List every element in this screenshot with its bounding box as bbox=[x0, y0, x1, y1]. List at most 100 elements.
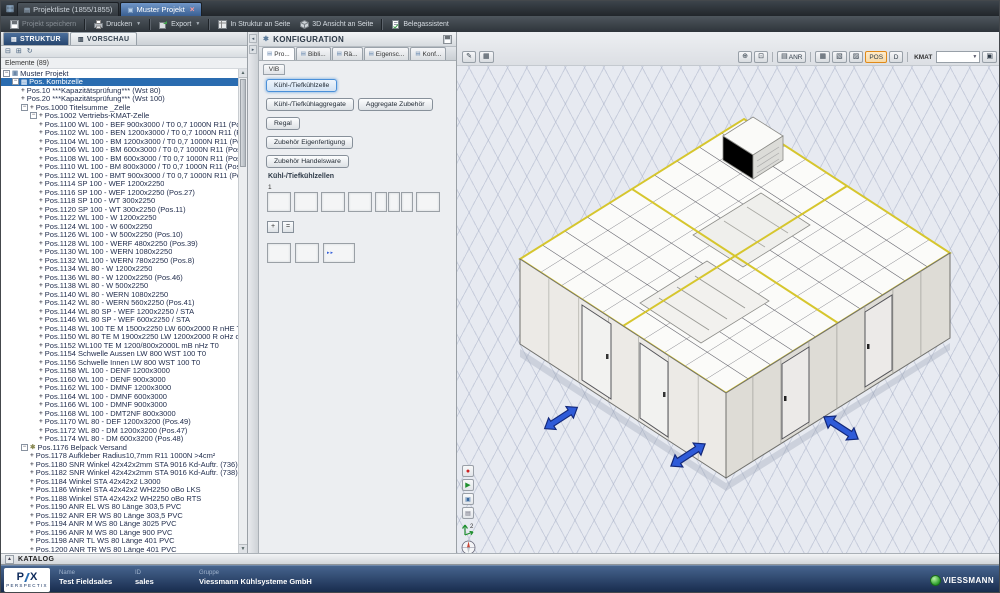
tree-item[interactable]: + Pos.1126 WL 100 - W 500x2250 (Pos.10) bbox=[1, 230, 238, 239]
view-hatch-button[interactable]: ▧ bbox=[832, 51, 847, 63]
cell-slot[interactable]: ▸▸ bbox=[323, 243, 355, 263]
cell-slot[interactable] bbox=[295, 243, 319, 263]
export-button[interactable]: Export ▼ bbox=[154, 18, 205, 31]
tree-item[interactable]: + Pos.1182 SNR Winkel 42x42x2mm STA 9016 … bbox=[1, 468, 238, 477]
tree-item[interactable]: + Pos.1186 Winkel STA 42x42x2 WH2250 oBo … bbox=[1, 485, 238, 494]
aggregate-zubehoer-button[interactable]: Aggregate Zubehör bbox=[357, 98, 433, 111]
view-solid-button[interactable]: ▦ bbox=[815, 51, 831, 63]
tree-expander-icon[interactable]: − bbox=[21, 103, 28, 111]
tree-scrollbar[interactable]: ▲ ▼ bbox=[238, 69, 247, 553]
kuehlzelle-button[interactable]: Kühl-/Tiefkühlzelle bbox=[266, 79, 338, 92]
tree-item[interactable]: − ▤ Pos. Kombizelle bbox=[1, 77, 238, 86]
scrollbar-thumb[interactable] bbox=[240, 79, 246, 167]
katalog-bar[interactable]: ▲ KATALOG bbox=[1, 553, 999, 565]
tree-item[interactable]: + Pos.1188 Winkel STA 42x42x2 WH2250 oBo … bbox=[1, 494, 238, 503]
cold-room-model[interactable] bbox=[457, 66, 1000, 553]
tree-item[interactable]: − + Pos.1000 Titelsumme _Zelle bbox=[1, 103, 238, 112]
assistant-button[interactable]: Belegassistent bbox=[386, 18, 454, 31]
anr-toggle-button[interactable]: ▤ ANR bbox=[777, 51, 807, 63]
tree-item[interactable]: + Pos.1100 WL 100 - BEF 900x3000 / T0 0,7… bbox=[1, 120, 238, 129]
cell-slot[interactable] bbox=[267, 243, 291, 263]
expand-right-icon[interactable]: ▸ bbox=[249, 45, 257, 54]
record-button[interactable]: ● bbox=[462, 465, 474, 477]
tree-item[interactable]: + Pos.1110 WL 100 - BM 800x3000 / T0 0,7 … bbox=[1, 162, 238, 171]
zubehoer-handelsware-button[interactable]: Zubehör Handelsware bbox=[266, 155, 349, 168]
cell-slot[interactable] bbox=[401, 192, 413, 212]
tree-item[interactable]: + Pos.1156 Schwelle Innen LW 800 WST 100 … bbox=[1, 358, 238, 367]
regal-button[interactable]: Regal bbox=[266, 117, 300, 130]
tree-item[interactable]: + Pos.1158 WL 100 - DENF 1200x3000 bbox=[1, 366, 238, 375]
tree-item[interactable]: + Pos.1124 WL 100 - W 600x2250 bbox=[1, 222, 238, 231]
cell-slot[interactable] bbox=[416, 192, 440, 212]
tab-eigenschaften[interactable]: ▤ Eigensc... bbox=[363, 47, 410, 60]
tree-item[interactable]: + Pos.10 ***Kapazitätsprüfung*** (Wst 80) bbox=[1, 86, 238, 95]
cell-slot[interactable] bbox=[321, 192, 345, 212]
tree-item[interactable]: + Pos.1170 WL 80 - DEF 1200x3200 (Pos.49) bbox=[1, 417, 238, 426]
tree-item[interactable]: + Pos.1138 WL 80 - W 500x2250 bbox=[1, 281, 238, 290]
tree-expander-icon[interactable]: − bbox=[12, 78, 19, 86]
notes-button[interactable]: ▤ bbox=[462, 507, 474, 519]
tree-item[interactable]: + Pos.1136 WL 80 - W 1200x2250 (Pos.46) bbox=[1, 273, 238, 282]
tree-expander-icon[interactable]: − bbox=[3, 69, 10, 77]
tree-item[interactable]: + Pos.1174 WL 80 - DM 600x3200 (Pos.48) bbox=[1, 434, 238, 443]
tab-projektliste[interactable]: ▤ Projektliste (1855/1855) bbox=[17, 2, 120, 16]
tree-item[interactable]: + Pos.1164 WL 100 - DMNF 600x3000 bbox=[1, 392, 238, 401]
tree-item[interactable]: + Pos.1166 WL 100 - DMNF 900x3000 bbox=[1, 400, 238, 409]
tree-expander-icon[interactable]: − bbox=[30, 112, 37, 120]
tree-item[interactable]: + Pos.1180 SNR Winkel 42x42x2mm STA 9016 … bbox=[1, 460, 238, 469]
tree-item[interactable]: + Pos.1194 ANR M WS 80 Länge 3025 PVC bbox=[1, 519, 238, 528]
tree-item[interactable]: + Pos.1200 ANR TR WS 80 Länge 401 PVC bbox=[1, 545, 238, 553]
select-tool-button[interactable]: ✎ bbox=[462, 51, 476, 63]
tree-item[interactable]: + Pos.1140 WL 80 - WERN 1080x2250 bbox=[1, 290, 238, 299]
tree-item[interactable]: + Pos.1134 WL 80 - W 1200x2250 bbox=[1, 264, 238, 273]
tree-item[interactable]: + Pos.1168 WL 100 - DMT2NF 800x3000 bbox=[1, 409, 238, 418]
zubehoer-eigenfertigung-button[interactable]: Zubehör Eigenfertigung bbox=[266, 136, 354, 149]
view-wire-button[interactable]: ▨ bbox=[848, 51, 864, 63]
tab-bibliothek[interactable]: ▤ Bibli... bbox=[295, 47, 331, 60]
collapse-all-icon[interactable]: ⊟ bbox=[5, 47, 11, 57]
tab-vorschau[interactable]: ▥ VORSCHAU bbox=[69, 32, 138, 45]
play-button[interactable]: ▶ bbox=[462, 479, 474, 491]
cell-slot[interactable] bbox=[348, 192, 372, 212]
tree-item[interactable]: + Pos.1148 WL 100 TE M 1500x2250 LW 600x2… bbox=[1, 324, 238, 333]
tree-expander-icon[interactable]: − bbox=[21, 443, 28, 451]
tree-item[interactable]: + Pos.1192 ANR ER WS 80 Länge 303,5 PVC bbox=[1, 511, 238, 520]
scroll-down-icon[interactable]: ▼ bbox=[239, 544, 247, 553]
scroll-up-icon[interactable]: ▲ bbox=[239, 69, 247, 78]
save-config-icon[interactable] bbox=[443, 34, 452, 44]
tree-item[interactable]: + Pos.1132 WL 100 - WERN 780x2250 (Pos.8) bbox=[1, 256, 238, 265]
display-settings-button[interactable]: ▦ bbox=[479, 51, 494, 63]
equal-slot-button[interactable]: = bbox=[282, 221, 294, 233]
view-side-button[interactable]: 3D Ansicht an Seite bbox=[295, 18, 378, 31]
move-arrow[interactable] bbox=[541, 402, 581, 435]
tree-item[interactable]: + Pos.1160 WL 100 - DENF 900x3000 bbox=[1, 375, 238, 384]
tree-item[interactable]: + Pos.1104 WL 100 - BM 1200x3000 / T0 0,7… bbox=[1, 137, 238, 146]
tree-item[interactable]: + Pos.1190 ANR EL WS 80 Länge 303,5 PVC bbox=[1, 502, 238, 511]
pos-toggle-button[interactable]: POS bbox=[865, 51, 888, 63]
zoom-fit-button[interactable]: ⊡ bbox=[754, 51, 769, 63]
expand-all-icon[interactable]: ⊞ bbox=[16, 47, 22, 57]
cell-slot[interactable] bbox=[388, 192, 400, 212]
tree-item[interactable]: − ▣ Muster Projekt bbox=[1, 69, 238, 78]
compass-icon[interactable] bbox=[461, 540, 476, 553]
tree-item[interactable]: + Pos.1142 WL 80 - WERN 560x2250 (Pos.41) bbox=[1, 298, 238, 307]
tree-item[interactable]: + Pos.1144 WL 80 SP - WEF 1200x2250 / STA bbox=[1, 307, 238, 316]
tree-item[interactable]: + Pos.1196 ANR M WS 80 Länge 900 PVC bbox=[1, 528, 238, 537]
tree-item[interactable]: + Pos.1162 WL 100 - DMNF 1200x3000 bbox=[1, 383, 238, 392]
tree-item[interactable]: + Pos.1146 WL 80 SP - WEF 600x2250 / STA bbox=[1, 315, 238, 324]
cell-slot[interactable] bbox=[294, 192, 318, 212]
tree-item[interactable]: + Pos.1184 Winkel STA 42x42x2 L3000 bbox=[1, 477, 238, 486]
tree-item[interactable]: + Pos.1116 SP 100 - WEF 1200x2250 (Pos.27… bbox=[1, 188, 238, 197]
tab-projekt[interactable]: ▤ Pro... bbox=[262, 47, 295, 60]
tree-item[interactable]: + Pos.1198 ANR TL WS 80 Länge 401 PVC bbox=[1, 536, 238, 545]
tree-item[interactable]: + Pos.1130 WL 100 - WERN 1080x2250 bbox=[1, 247, 238, 256]
save-project-button[interactable]: Projekt speichern bbox=[5, 18, 81, 31]
tab-struktur[interactable]: ▤ STRUKTUR bbox=[3, 32, 69, 45]
tree-item[interactable]: − ✱ Pos.1176 Belpack Versand bbox=[1, 443, 238, 452]
aggregate-button[interactable]: Kühl-/Tiefkühlaggregate bbox=[266, 98, 354, 111]
panel-splitter[interactable]: ◂ ▸ bbox=[248, 32, 259, 553]
cell-slot[interactable] bbox=[267, 192, 291, 212]
cell-slot[interactable] bbox=[375, 192, 387, 212]
structure-side-button[interactable]: In Struktur an Seite bbox=[213, 18, 295, 31]
camera-button[interactable]: ▣ bbox=[982, 51, 997, 63]
